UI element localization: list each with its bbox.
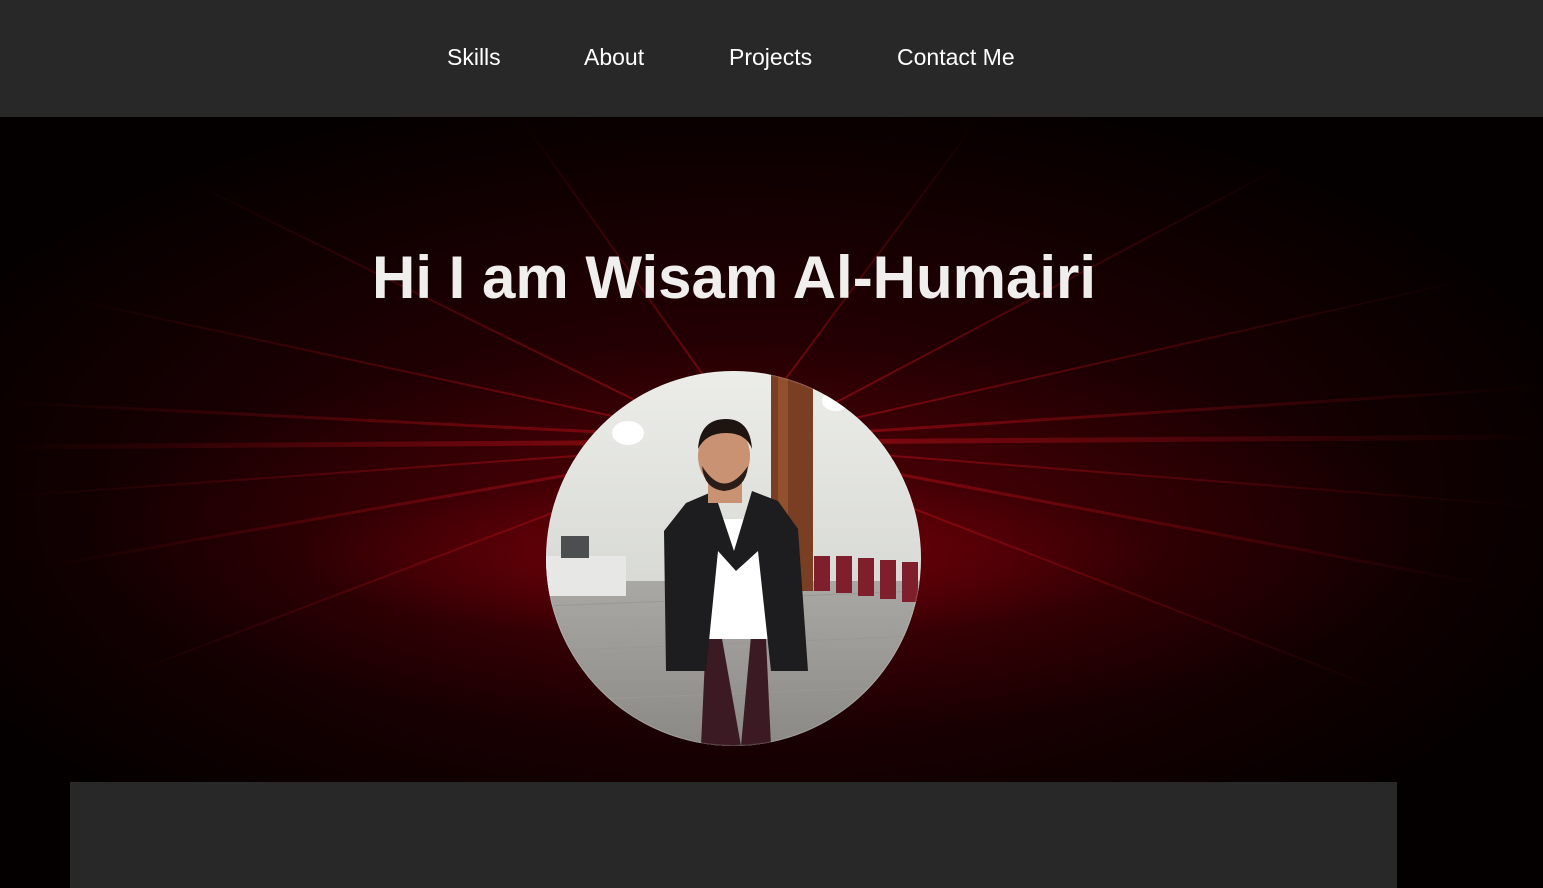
hero-section: Hi I am Wisam Al-Humairi xyxy=(0,117,1543,888)
hero-title: Hi I am Wisam Al-Humairi xyxy=(372,244,1097,311)
nav-link-about[interactable]: About xyxy=(584,42,644,72)
profile-photo xyxy=(546,371,921,746)
content-panel xyxy=(70,782,1397,888)
nav-link-projects[interactable]: Projects xyxy=(729,42,812,72)
nav-link-contact[interactable]: Contact Me xyxy=(897,42,1015,72)
nav-link-skills[interactable]: Skills xyxy=(447,42,501,72)
top-navbar: Skills About Projects Contact Me xyxy=(0,0,1543,117)
